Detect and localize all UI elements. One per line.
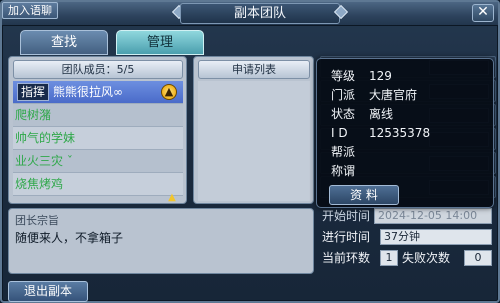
member-name: 熊熊很拉风∞ [53, 85, 124, 99]
application-list[interactable] [198, 81, 310, 201]
title-line: 称谓 [331, 162, 369, 180]
member-row-leader[interactable]: 指挥 熊熊很拉风∞ ▲ [13, 81, 183, 104]
member-name: 爬树潴 [15, 108, 52, 122]
leader-motto-panel: 团长宗旨 随便来人，不拿箱子 [8, 208, 314, 274]
status-label: 状态 [331, 107, 356, 121]
status-value: 离线 [369, 107, 394, 121]
level-value: 129 [369, 69, 392, 83]
sect-label: 门派 [331, 88, 356, 102]
leader-motto-title: 团长宗旨 [15, 214, 59, 227]
id-value: 12535378 [369, 126, 431, 140]
member-row[interactable]: 业火三灾 ˇ [13, 150, 183, 173]
exit-dungeon-button[interactable]: 退出副本 [8, 281, 88, 302]
player-info-popup: 等级 129 门派 大唐官府 状态 离线 I D 12535378 帮派 称谓 资 料 [316, 58, 494, 208]
current-round-value: 1 [380, 250, 398, 266]
title-bar[interactable]: 加入语聊 副本团队 ✕ [2, 2, 498, 26]
elapsed-time-value: 37分钟 [380, 229, 492, 245]
window-title: 副本团队 [180, 3, 340, 24]
scroll-up-arrow-icon[interactable]: ▲ [166, 193, 178, 203]
member-row[interactable]: 爬树潴 [13, 104, 183, 127]
tab-manage[interactable]: 管理 [116, 30, 204, 55]
member-name: 烧焦烤鸡 [15, 177, 64, 191]
fail-count-value: 0 [464, 250, 492, 266]
faction-line: 帮派 [331, 143, 369, 161]
tab-search[interactable]: 查找 [20, 30, 108, 55]
close-button[interactable]: ✕ [472, 4, 494, 22]
member-row[interactable]: 帅气的学妹 [13, 127, 183, 150]
sect-line: 门派 大唐官府 [331, 86, 417, 104]
fail-count-label: 失败次数 [402, 251, 451, 265]
member-list[interactable]: 指挥 熊熊很拉风∞ ▲ 爬树潴 帅气的学妹 业火三灾 ˇ 烧焦烤鸡 [13, 81, 183, 201]
team-members-panel: 团队成员：5/5 指挥 熊熊很拉风∞ ▲ 爬树潴 帅气的学妹 业火三灾 ˇ 烧焦烤… [8, 56, 187, 204]
start-time-label: 开始时间 [322, 209, 371, 223]
elapsed-time-label: 进行时间 [322, 230, 371, 244]
title-label: 称谓 [331, 164, 356, 178]
leader-badge: 指挥 [17, 83, 50, 101]
start-time-value: 2024-12-05 14:00 [374, 208, 492, 224]
faction-label: 帮派 [331, 145, 356, 159]
id-line: I D 12535378 [331, 124, 430, 142]
team-members-header: 团队成员：5/5 [13, 60, 183, 79]
member-name: 业火三灾 ˇ [15, 154, 73, 168]
leader-motto-text: 随便来人，不拿箱子 [15, 231, 124, 245]
application-list-header: 申请列表 [198, 60, 310, 79]
player-details-button[interactable]: 资 料 [329, 185, 399, 205]
id-label: I D [331, 126, 348, 140]
member-row[interactable]: 烧焦烤鸡 [13, 173, 183, 196]
level-label: 等级 [331, 69, 356, 83]
leader-crown-icon: ▲ [161, 84, 177, 100]
join-voice-chat-button[interactable]: 加入语聊 [2, 2, 58, 19]
application-list-panel: 申请列表 [193, 56, 314, 204]
sect-value: 大唐官府 [369, 88, 418, 102]
status-line: 状态 离线 [331, 105, 393, 123]
team-window: 加入语聊 副本团队 ✕ 查找 管理 团队成员：5/5 指挥 熊熊很拉风∞ ▲ 爬树… [0, 0, 500, 303]
level-line: 等级 129 [331, 67, 392, 85]
current-round-label: 当前环数 [322, 251, 371, 265]
member-name: 帅气的学妹 [15, 131, 76, 145]
